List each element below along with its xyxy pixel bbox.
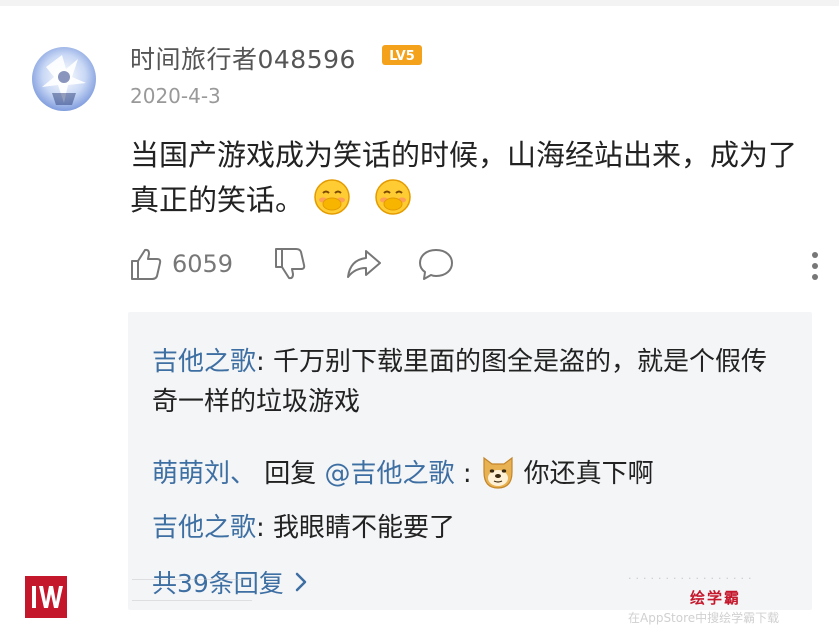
watermark-brand: 绘学霸 [690,589,742,607]
post-date: 2020-4-3 [130,84,221,108]
reply-author[interactable]: 萌萌刘、 [152,459,256,489]
watermark-logo [25,576,67,618]
watermark-faint-line: ················· [628,572,756,585]
comment-actions: 6059 [130,247,820,287]
share-icon [347,250,381,278]
reply-item: 吉他之歌: 千万别下载里面的图全是盗的，就是个假传奇一样的垃圾游戏 [152,342,792,422]
share-button[interactable] [346,247,382,281]
blushing-smile-icon [374,178,412,216]
reply-author[interactable]: 吉他之歌 [152,513,256,543]
username[interactable]: 时间旅行者048596 [130,40,356,76]
chevron-right-icon [295,572,307,592]
thumbs-down-icon [275,248,306,280]
more-options-button[interactable] [810,251,820,285]
reply-button[interactable] [418,247,454,281]
top-divider [0,0,839,6]
reply-item: 萌萌刘、 回复 @吉他之歌 : 你还真下啊 [152,452,792,494]
level-badge: LV5 [382,45,422,65]
dislike-button[interactable] [274,247,306,281]
reply-separator: : [256,513,274,543]
comment-bubble-icon [419,249,453,280]
reply-item: 吉他之歌: 我眼睛不能要了 [152,508,792,548]
reply-text: 你还真下啊 [523,459,654,489]
like-count: 6059 [172,250,234,278]
svg-text:LV5: LV5 [389,49,415,64]
like-button[interactable]: 6059 [130,247,233,281]
replies-box: 吉他之歌: 千万别下载里面的图全是盗的，就是个假传奇一样的垃圾游戏 萌萌刘、 回… [128,312,812,610]
blushing-smile-icon [313,178,351,216]
thumbs-up-icon [131,248,162,280]
reply-text: 我眼睛不能要了 [273,513,456,543]
watermark-app-promo: ················· 绘学霸 在AppStore中搜绘学霸下载 [628,572,828,625]
doge-icon [478,452,518,492]
reply-author[interactable]: 吉他之歌 [152,347,256,377]
reply-word: 回复 [256,459,325,489]
reply-mention[interactable]: @吉他之歌 [325,459,455,489]
watermark-download-text: 在AppStore中搜绘学霸下载 [628,611,780,625]
reply-separator: : [454,459,472,489]
comment-body: 当国产游戏成为笑话的时候，山海经站出来，成为了真正的笑话。 [130,133,820,223]
avatar[interactable] [32,47,96,111]
watermark-faint-text [132,575,252,607]
more-vertical-icon [812,252,818,280]
reply-separator: : [256,347,274,377]
comment-text: 当国产游戏成为笑话的时候，山海经站出来，成为了真正的笑话。 [130,138,798,217]
